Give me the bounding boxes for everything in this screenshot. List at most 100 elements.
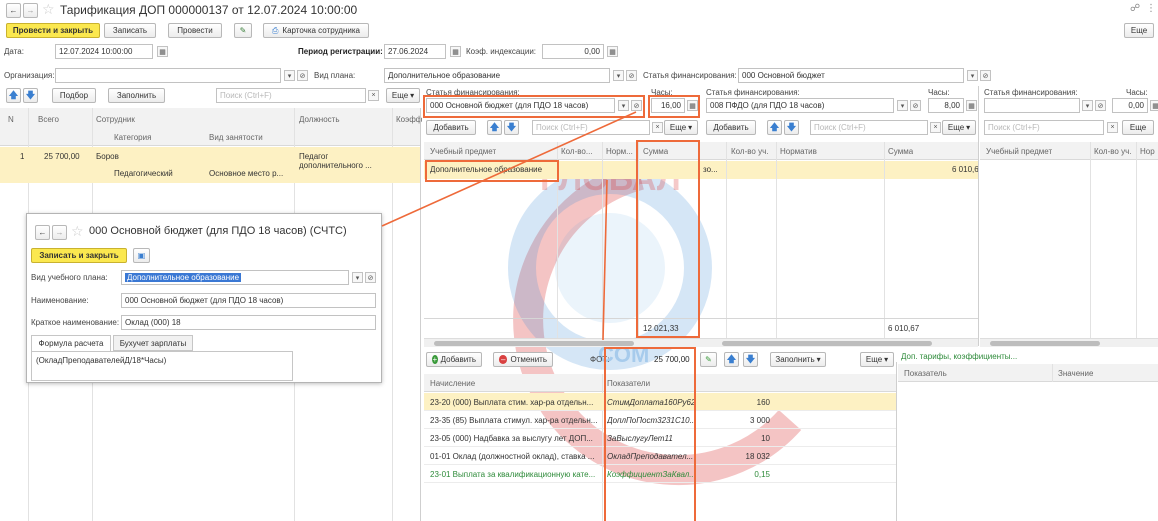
accrual-value: 18 032 [745,452,770,461]
col-qty: Кол-во уч. [1094,147,1132,156]
period-label: Период регистрации: [298,47,383,56]
move-down-button[interactable]: 🡇 [784,120,799,135]
more-button[interactable]: Еще ▾ [860,352,894,367]
edit-button[interactable]: ✎ [700,352,717,367]
tab-accounting[interactable]: Бухучет зарплаты [113,335,193,351]
add-button[interactable]: Добавить [706,120,756,135]
save-button[interactable]: Записать [104,23,156,38]
mid2-total-sum: 6 010,67 [888,324,920,333]
mid2-fin-field[interactable]: 008 ПФДО (для ПДО 18 часов) [706,98,894,113]
org-field[interactable] [55,68,281,83]
calculator-icon[interactable]: ▦ [607,46,618,57]
clear-icon[interactable]: × [930,122,941,133]
col-subject: Учебный предмет [430,147,497,156]
star-icon[interactable]: ☆ [42,1,55,18]
tab-formula[interactable]: Формула расчета [31,335,111,351]
clear-icon[interactable]: × [652,122,663,133]
add-button[interactable]: Добавить [426,120,476,135]
search-input[interactable]: Поиск (Ctrl+F) [810,120,928,135]
clear-icon[interactable]: × [1107,122,1118,133]
post-and-close-button[interactable]: Провести и закрыть [6,23,100,38]
col-total: Всего [38,115,59,124]
open-link-icon[interactable]: ⊘ [365,272,376,283]
more-button[interactable]: Еще ▾ [386,88,420,103]
horizontal-scrollbar[interactable] [424,338,702,347]
arrow-left-icon: ← [38,228,47,237]
date-field[interactable]: 12.07.2024 10:00:00 [55,44,153,59]
move-up-button[interactable]: 🡅 [724,352,739,367]
move-up-button[interactable]: 🡅 [487,120,502,135]
chevron-down-icon[interactable]: ▾ [352,272,363,283]
star-icon[interactable]: ☆ [71,223,84,240]
kebab-icon[interactable]: ⋮ [1146,3,1156,14]
dt-kt-button[interactable]: ✎ [234,23,252,38]
more-button[interactable]: Еще ▾ [664,120,698,135]
horizontal-scrollbar[interactable] [980,338,1158,347]
chevron-down-icon[interactable]: ▾ [897,100,908,111]
extra-tariffs-link[interactable]: Доп. тарифы, коэффициенты... [901,352,1017,361]
move-up-button[interactable]: 🡅 [767,120,782,135]
chevron-down-icon[interactable]: ▾ [284,70,295,81]
row-position-1: Педагог [299,152,329,161]
calendar-icon[interactable]: ▦ [450,46,461,57]
forward-button[interactable]: → [52,225,67,240]
col-employee: Сотрудник [96,115,135,124]
period-field[interactable]: 27.06.2024 [384,44,446,59]
accrual-value: 160 [756,398,770,407]
move-down-button[interactable]: 🡇 [743,352,758,367]
back-button[interactable]: ← [6,3,21,18]
name-field[interactable]: 000 Основной бюджет (для ПДО 18 часов) [121,293,376,308]
add-accrual-button[interactable]: + Добавить [426,352,482,367]
cancel-button[interactable]: – Отменить [493,352,553,367]
search-input[interactable]: Поиск (Ctrl+F) [216,88,366,103]
col-qty: Кол-во уч. [731,147,769,156]
accrual-value: 3 000 [749,416,770,425]
org-label: Организация: [4,71,55,80]
arrow-down-icon: 🡇 [786,121,797,132]
more-button[interactable]: Еще ▾ [942,120,976,135]
plan-field[interactable]: Дополнительное образование [384,68,610,83]
mid2-hours-field[interactable]: 8,00 [928,98,964,113]
calculator-icon[interactable]: ▦ [966,100,977,111]
search-input[interactable]: Поиск (Ctrl+F) [984,120,1104,135]
plan-field[interactable]: Дополнительное образование [121,270,349,285]
formula-field[interactable]: (ОкладПреподавателейД/18*Часы) [31,351,293,381]
horizontal-scrollbar[interactable] [702,338,978,347]
post-button[interactable]: Провести [168,23,222,38]
right-fin-field[interactable] [984,98,1080,113]
open-link-icon[interactable]: ⊘ [1095,100,1106,111]
short-name-field[interactable]: Оклад (000) 18 [121,315,376,330]
fin-field[interactable]: 000 Основной бюджет [738,68,964,83]
move-down-button[interactable]: 🡇 [504,120,519,135]
open-link-icon[interactable]: ⊘ [910,100,921,111]
employee-card-button[interactable]: ⎙ Карточка сотрудника [263,23,369,38]
pick-button[interactable]: Подбор [52,88,96,103]
clear-icon[interactable]: × [368,90,379,101]
save-button[interactable]: ▣ [133,248,150,263]
table-row[interactable] [702,161,978,179]
fill-button[interactable]: Заполнить ▾ [770,352,826,367]
open-link-icon[interactable]: ⊘ [626,70,637,81]
chevron-down-icon[interactable]: ▾ [613,70,624,81]
forward-button[interactable]: → [23,3,38,18]
right-hours-field[interactable]: 0,00 [1112,98,1148,113]
save-and-close-button[interactable]: Записать и закрыть [31,248,127,263]
open-link-icon[interactable]: ⊘ [980,70,991,81]
calendar-icon[interactable]: ▦ [157,46,168,57]
index-field[interactable]: 0,00 [542,44,604,59]
more-button[interactable]: Еще [1122,120,1154,135]
chevron-down-icon[interactable]: ▾ [1082,100,1093,111]
search-input[interactable]: Поиск (Ctrl+F) [532,120,650,135]
mid2-hours-label: Часы: [928,88,950,97]
arrow-down-icon: 🡇 [25,89,36,100]
chevron-down-icon[interactable]: ▾ [967,70,978,81]
more-button[interactable]: Еще [1124,23,1154,38]
fill-button[interactable]: Заполнить [108,88,165,103]
move-up-button[interactable]: 🡅 [6,88,21,103]
link-icon[interactable]: ☍ [1130,3,1140,14]
open-link-icon[interactable]: ⊘ [297,70,308,81]
calculator-icon[interactable]: ▦ [1150,100,1158,111]
plan-label: Вид плана: [314,71,356,80]
back-button[interactable]: ← [35,225,50,240]
move-down-button[interactable]: 🡇 [23,88,38,103]
